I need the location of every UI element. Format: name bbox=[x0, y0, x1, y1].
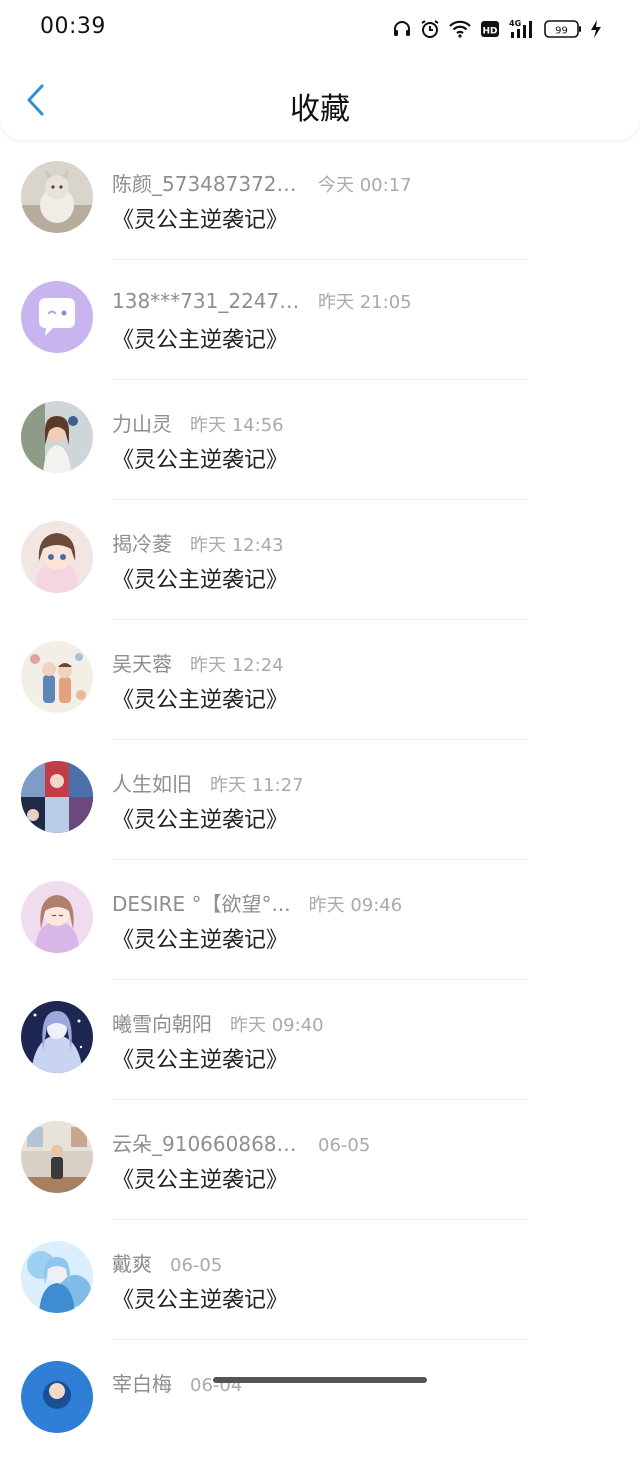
timestamp: 昨天 09:40 bbox=[230, 1015, 324, 1036]
timestamp: 昨天 11:27 bbox=[210, 775, 304, 796]
avatar[interactable] bbox=[21, 281, 93, 353]
username[interactable]: 曦雪向朝阳 bbox=[112, 1008, 212, 1037]
username[interactable]: 陈颜_5734873722... bbox=[112, 168, 300, 197]
item-meta: 戴爽 06-05 bbox=[112, 1248, 222, 1277]
username[interactable]: 云朵_9106608680... bbox=[112, 1128, 300, 1157]
list-item[interactable]: 宰白梅 06-04 bbox=[0, 1340, 640, 1460]
avatar[interactable] bbox=[21, 1241, 93, 1313]
item-meta: DESIRE °【欲望°... 昨天 09:46 bbox=[112, 888, 402, 917]
hd-icon: HD bbox=[480, 19, 500, 39]
item-meta: 138***731_22470... 昨天 21:05 bbox=[112, 288, 412, 314]
username[interactable]: 力山灵 bbox=[112, 408, 172, 437]
status-bar: 00:39 HD 4G 99 bbox=[0, 0, 640, 56]
avatar[interactable] bbox=[21, 881, 93, 953]
cellular-signal-icon: 4G bbox=[508, 18, 536, 40]
book-title[interactable]: 《灵公主逆袭记》 bbox=[112, 562, 288, 594]
item-meta: 人生如旧 昨天 11:27 bbox=[112, 768, 304, 797]
book-title[interactable]: 《灵公主逆袭记》 bbox=[112, 1282, 288, 1314]
username[interactable]: 宰白梅 bbox=[112, 1368, 172, 1397]
item-meta: 力山灵 昨天 14:56 bbox=[112, 408, 284, 437]
favorites-list: 陈颜_5734873722... 今天 00:17 《灵公主逆袭记》 138**… bbox=[0, 140, 640, 1460]
avatar[interactable] bbox=[21, 521, 93, 593]
item-meta: 陈颜_5734873722... 今天 00:17 bbox=[112, 168, 412, 197]
book-title[interactable]: 《灵公主逆袭记》 bbox=[112, 922, 288, 954]
avatar[interactable] bbox=[21, 161, 93, 233]
book-title[interactable]: 《灵公主逆袭记》 bbox=[112, 202, 288, 234]
list-item[interactable]: 陈颜_5734873722... 今天 00:17 《灵公主逆袭记》 bbox=[0, 140, 640, 260]
timestamp: 昨天 09:46 bbox=[308, 895, 403, 916]
list-item[interactable]: 云朵_9106608680... 06-05 《灵公主逆袭记》 bbox=[0, 1100, 640, 1220]
avatar[interactable] bbox=[21, 641, 93, 713]
timestamp: 今天 00:17 bbox=[318, 175, 412, 196]
book-title[interactable]: 《灵公主逆袭记》 bbox=[112, 802, 288, 834]
list-item[interactable]: 138***731_22470... 昨天 21:05 《灵公主逆袭记》 bbox=[0, 260, 640, 380]
timestamp: 昨天 14:56 bbox=[190, 415, 284, 436]
list-item[interactable]: 曦雪向朝阳 昨天 09:40 《灵公主逆袭记》 bbox=[0, 980, 640, 1100]
page-title: 收藏 bbox=[290, 92, 350, 127]
book-title[interactable]: 《灵公主逆袭记》 bbox=[112, 442, 288, 474]
item-meta: 曦雪向朝阳 昨天 09:40 bbox=[112, 1008, 324, 1037]
avatar[interactable] bbox=[21, 1361, 93, 1433]
timestamp: 昨天 21:05 bbox=[318, 292, 412, 313]
list-item[interactable]: 揭冷菱 昨天 12:43 《灵公主逆袭记》 bbox=[0, 500, 640, 620]
avatar[interactable] bbox=[21, 401, 93, 473]
avatar[interactable] bbox=[21, 1121, 93, 1193]
list-item[interactable]: 吴天蓉 昨天 12:24 《灵公主逆袭记》 bbox=[0, 620, 640, 740]
username[interactable]: 吴天蓉 bbox=[112, 648, 172, 677]
status-time: 00:39 bbox=[40, 14, 106, 39]
item-meta: 吴天蓉 昨天 12:24 bbox=[112, 648, 284, 677]
alarm-icon bbox=[420, 19, 440, 39]
list-item[interactable]: 力山灵 昨天 14:56 《灵公主逆袭记》 bbox=[0, 380, 640, 500]
list-item[interactable]: DESIRE °【欲望°... 昨天 09:46 《灵公主逆袭记》 bbox=[0, 860, 640, 980]
list-item[interactable]: 戴爽 06-05 《灵公主逆袭记》 bbox=[0, 1220, 640, 1340]
username[interactable]: 138***731_22470... bbox=[112, 289, 300, 313]
avatar[interactable] bbox=[21, 1001, 93, 1073]
home-indicator[interactable] bbox=[213, 1377, 427, 1383]
svg-text:4G: 4G bbox=[509, 19, 521, 28]
book-title[interactable]: 《灵公主逆袭记》 bbox=[112, 682, 288, 714]
headphones-icon bbox=[392, 19, 412, 39]
status-icons: HD 4G 99 bbox=[392, 16, 602, 42]
username[interactable]: 人生如旧 bbox=[112, 768, 192, 797]
username[interactable]: DESIRE °【欲望°... bbox=[112, 888, 291, 917]
list-item[interactable]: 人生如旧 昨天 11:27 《灵公主逆袭记》 bbox=[0, 740, 640, 860]
timestamp: 昨天 12:24 bbox=[190, 655, 284, 676]
timestamp: 06-05 bbox=[318, 1135, 371, 1156]
username[interactable]: 揭冷菱 bbox=[112, 528, 172, 557]
charging-icon bbox=[590, 19, 602, 39]
nav-header: 收藏 bbox=[0, 56, 640, 140]
book-title[interactable]: 《灵公主逆袭记》 bbox=[112, 1042, 288, 1074]
book-title[interactable]: 《灵公主逆袭记》 bbox=[112, 1162, 288, 1194]
svg-text:99: 99 bbox=[555, 26, 568, 37]
username[interactable]: 戴爽 bbox=[112, 1248, 152, 1277]
svg-text:HD: HD bbox=[482, 27, 497, 37]
timestamp: 昨天 12:43 bbox=[190, 535, 284, 556]
avatar[interactable] bbox=[21, 761, 93, 833]
wifi-icon bbox=[448, 19, 472, 39]
item-meta: 揭冷菱 昨天 12:43 bbox=[112, 528, 284, 557]
book-title[interactable]: 《灵公主逆袭记》 bbox=[112, 322, 288, 354]
timestamp: 06-05 bbox=[170, 1255, 223, 1276]
item-meta: 云朵_9106608680... 06-05 bbox=[112, 1128, 370, 1157]
battery-icon: 99 bbox=[544, 19, 582, 39]
